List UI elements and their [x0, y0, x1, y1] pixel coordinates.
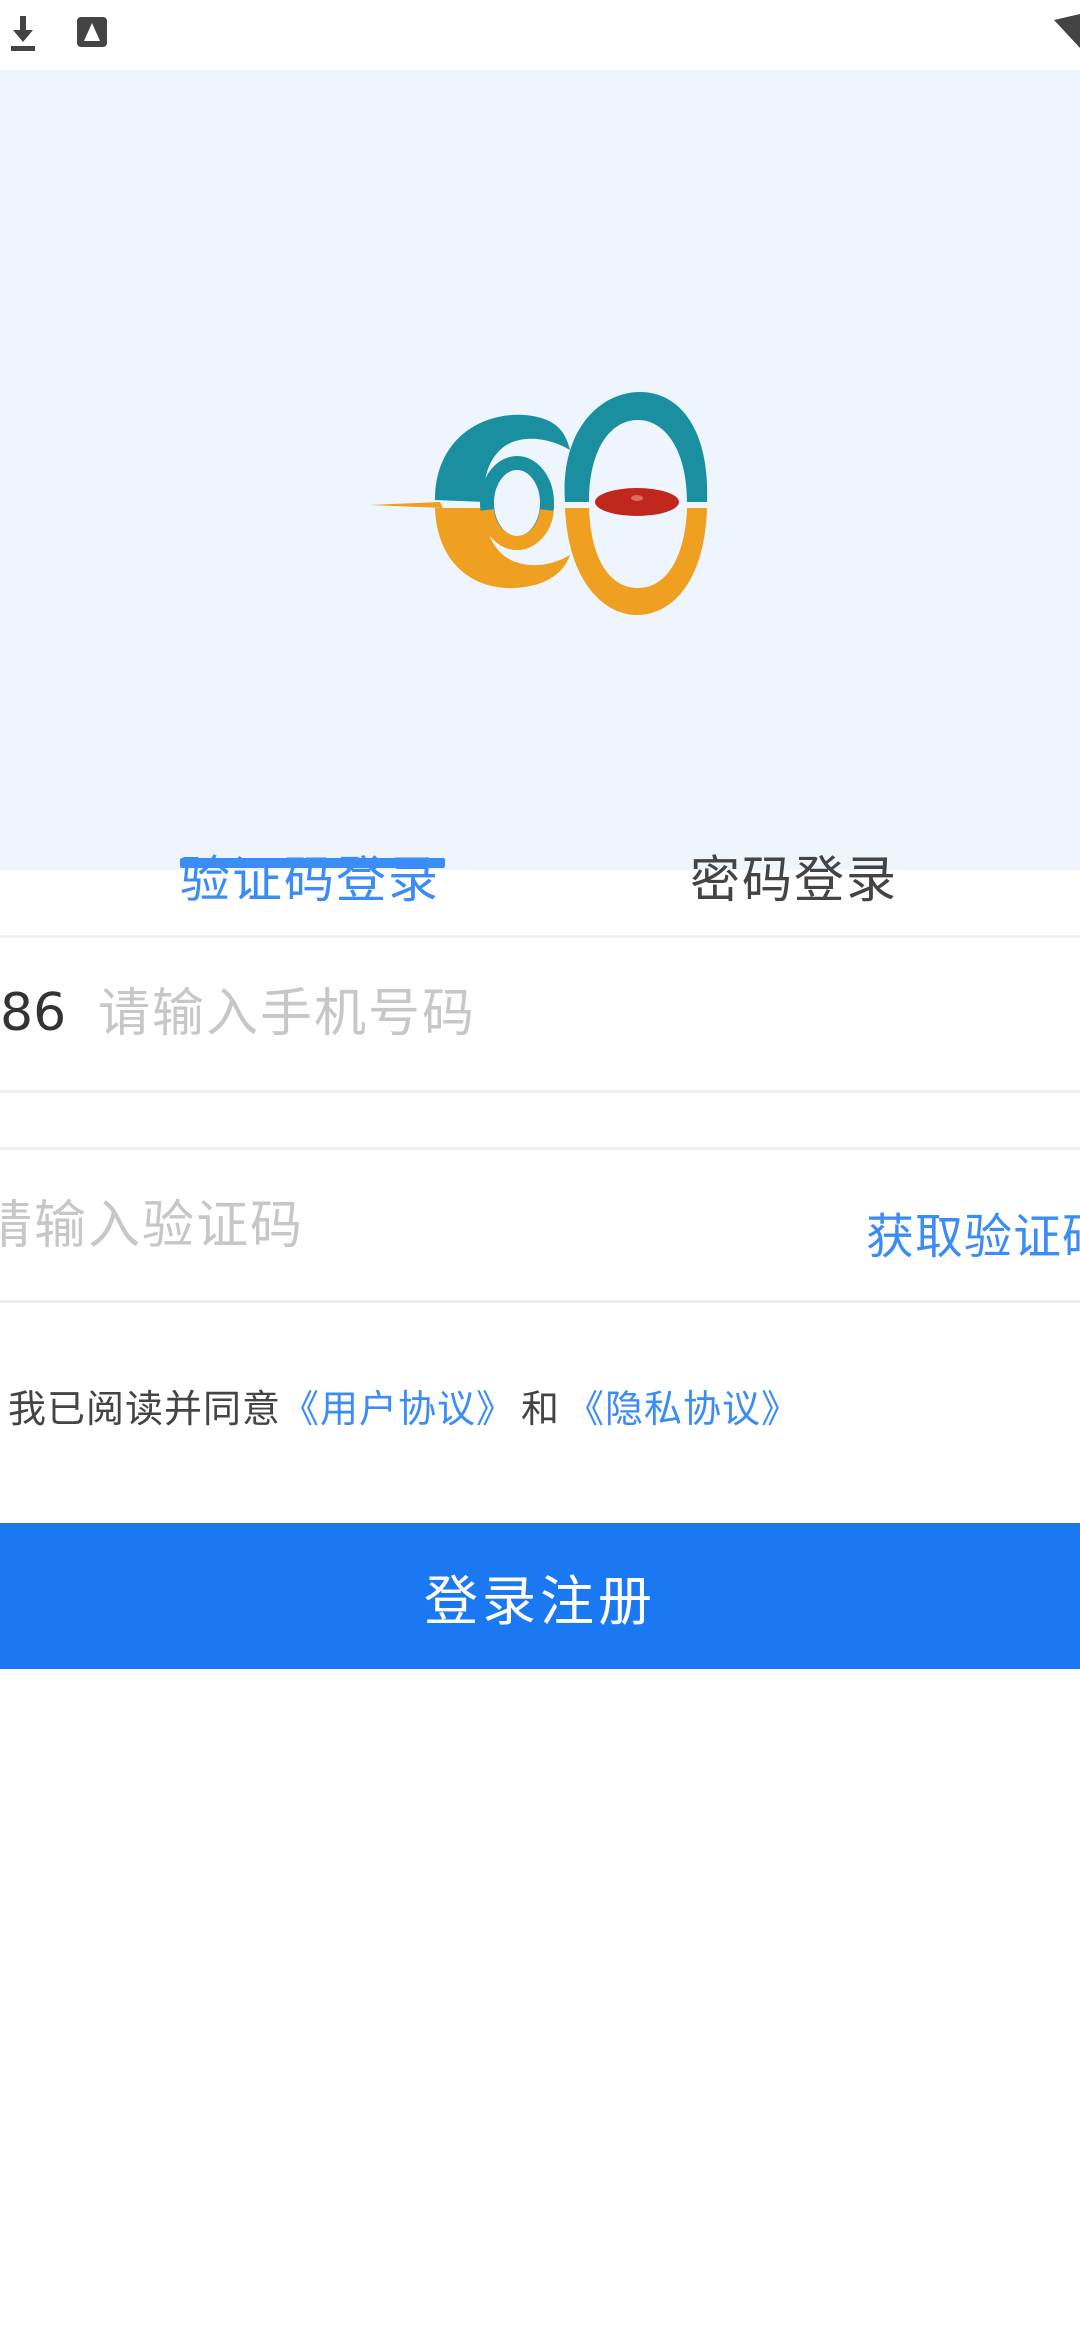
get-code-button[interactable]: 获取验证码 — [866, 1197, 1080, 1267]
app-icon — [76, 16, 108, 52]
tab-sms-login[interactable]: 验证码登录 — [180, 840, 440, 912]
status-bar — [0, 0, 1080, 70]
app-logo — [365, 390, 715, 624]
divider — [0, 1147, 1080, 1150]
active-tab-indicator — [180, 858, 445, 868]
download-icon — [8, 16, 38, 56]
country-code[interactable]: 86 — [0, 983, 66, 1043]
verification-code-input[interactable] — [0, 1190, 820, 1262]
agreement-and: 和 — [521, 1387, 561, 1431]
tab-password-login[interactable]: 密码登录 — [690, 840, 898, 912]
login-header: 验证码登录 密码登录 — [0, 70, 1080, 909]
wifi-icon — [1054, 14, 1080, 58]
login-register-button[interactable]: 登录注册 — [0, 1523, 1080, 1669]
divider — [0, 935, 1080, 938]
divider — [0, 1300, 1080, 1303]
divider — [0, 1090, 1080, 1093]
user-agreement-link[interactable]: 《用户协议》 — [281, 1387, 515, 1431]
agreement-row: 我已阅读并同意《用户协议》和《隐私协议》 — [8, 1378, 800, 1433]
privacy-agreement-link[interactable]: 《隐私协议》 — [566, 1387, 800, 1431]
phone-input[interactable] — [96, 978, 1046, 1050]
agreement-text: 我已阅读并同意 — [8, 1387, 282, 1431]
